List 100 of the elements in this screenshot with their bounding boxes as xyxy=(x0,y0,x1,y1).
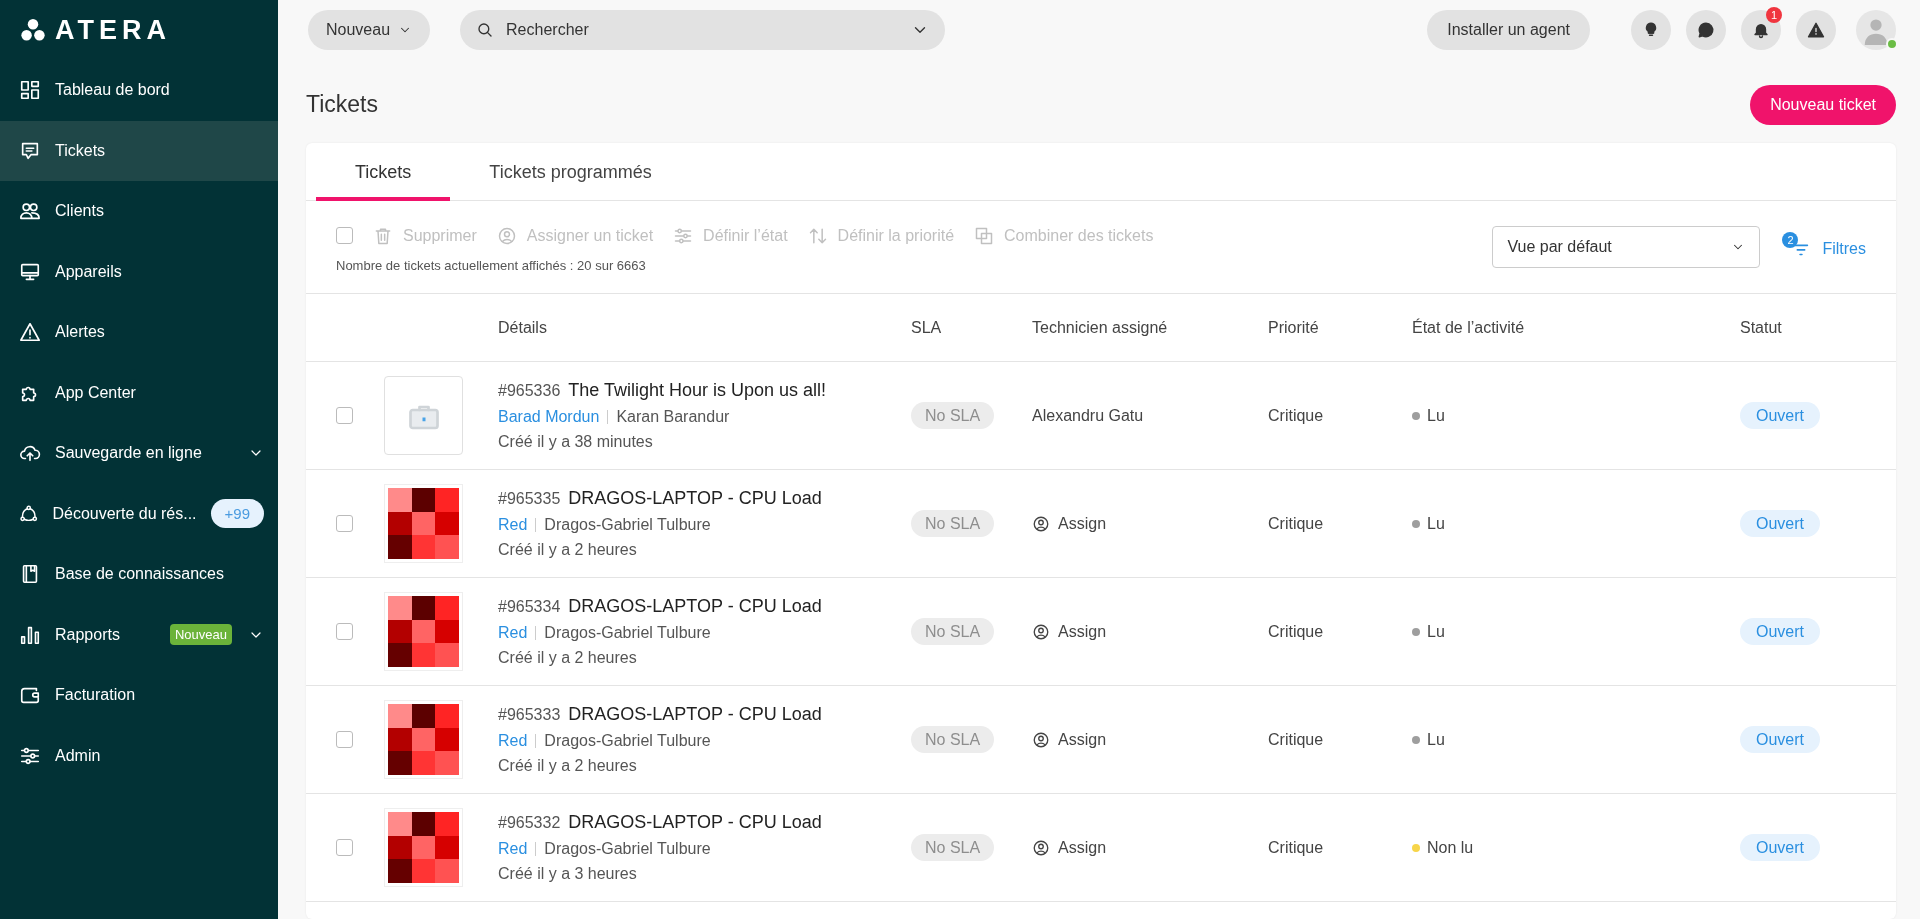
warning-icon xyxy=(19,321,41,344)
column-header[interactable]: État de l’activité xyxy=(1412,318,1740,337)
column-header[interactable]: SLA xyxy=(911,318,1032,337)
priority-text: Critique xyxy=(1268,514,1324,532)
row-checkbox[interactable] xyxy=(336,839,353,856)
created-time: Créé il y a 2 heures xyxy=(498,649,638,667)
column-header[interactable]: Statut xyxy=(1740,318,1896,337)
user-circle-icon xyxy=(1032,622,1050,641)
sidebar-item[interactable]: Tableau de bord xyxy=(0,60,278,121)
created-time: Créé il y a 38 minutes xyxy=(498,433,654,451)
dashboard-icon xyxy=(19,79,41,102)
page-title: Tickets xyxy=(306,91,378,118)
priority-text: Critique xyxy=(1268,406,1324,424)
user-circle-icon xyxy=(496,225,517,246)
user-circle-icon xyxy=(1032,514,1050,533)
status-badge: Ouvert xyxy=(1740,401,1820,429)
new-ticket-button[interactable]: Nouveau ticket xyxy=(1750,84,1896,125)
sidebar-item[interactable]: Tickets xyxy=(0,120,278,181)
ticket-number[interactable]: #965336 xyxy=(498,382,561,400)
ticket-title[interactable]: DRAGOS-LAPTOP - CPU Load xyxy=(568,488,822,509)
ticket-number[interactable]: #965334 xyxy=(498,598,561,616)
filter-count-badge: 2 xyxy=(1782,232,1799,248)
search-field[interactable]: Rechercher xyxy=(460,10,946,50)
sidebar-item[interactable]: Base de connaissances xyxy=(0,544,278,605)
sla-badge: No SLA xyxy=(911,617,995,645)
sidebar-item[interactable]: Clients xyxy=(0,181,278,242)
ticket-title[interactable]: DRAGOS-LAPTOP - CPU Load xyxy=(568,704,822,725)
warning-button[interactable] xyxy=(1796,10,1836,50)
activity-text: Lu xyxy=(1427,622,1445,641)
contact-name: Dragos-Gabriel Tulbure xyxy=(544,732,711,750)
assign-button[interactable]: Assign xyxy=(1032,730,1107,749)
contact-name: Dragos-Gabriel Tulbure xyxy=(544,840,711,858)
install-agent-button[interactable]: Installer un agent xyxy=(1427,10,1590,50)
priority-text: Critique xyxy=(1268,622,1324,640)
sidebar-item[interactable]: App Center xyxy=(0,362,278,423)
status-badge: Ouvert xyxy=(1740,617,1820,645)
tab[interactable]: Tickets xyxy=(316,143,451,201)
ticket-number[interactable]: #965332 xyxy=(498,814,561,832)
activity-text: Lu xyxy=(1427,406,1445,425)
contact-name: Karan Barandur xyxy=(616,408,730,426)
activity-text: Lu xyxy=(1427,514,1445,533)
sidebar-item[interactable]: Sauvegarde en ligne xyxy=(0,423,278,484)
priority-text: Critique xyxy=(1268,838,1324,856)
ticket-number[interactable]: #965333 xyxy=(498,706,561,724)
activity-text: Non lu xyxy=(1427,838,1474,857)
status-badge: Ouvert xyxy=(1740,833,1820,861)
assign-button[interactable]: Assign xyxy=(1032,514,1107,533)
priority-text: Critique xyxy=(1268,730,1324,748)
new-button[interactable]: Nouveau xyxy=(308,10,431,50)
activity-text: Lu xyxy=(1427,730,1445,749)
sla-badge: No SLA xyxy=(911,401,995,429)
created-time: Créé il y a 2 heures xyxy=(498,757,638,775)
status-badge: Ouvert xyxy=(1740,725,1820,753)
row-checkbox[interactable] xyxy=(336,731,353,748)
created-time: Créé il y a 3 heures xyxy=(498,865,638,883)
contact-name: Dragos-Gabriel Tulbure xyxy=(544,624,711,642)
sidebar-item[interactable]: Admin xyxy=(0,725,278,786)
merge-squares-icon xyxy=(974,225,995,246)
row-checkbox[interactable] xyxy=(336,623,353,640)
sidebar-item[interactable]: Appareils xyxy=(0,241,278,302)
tab[interactable]: Tickets programmés xyxy=(450,143,691,201)
ticket-count-text: Nombre de tickets actuellement affichés : 20 sur 6663 xyxy=(336,257,647,273)
sla-badge: No SLA xyxy=(911,725,995,753)
search-input[interactable]: Rechercher xyxy=(504,10,902,50)
sidebar-item[interactable]: Rapports Nouveau xyxy=(0,604,278,665)
ticket-title[interactable]: The Twilight Hour is Upon us all! xyxy=(568,380,827,401)
count-badge: +99 xyxy=(210,499,264,529)
ticket-number[interactable]: #965335 xyxy=(498,490,561,508)
sla-badge: No SLA xyxy=(911,509,995,537)
select-all-checkbox[interactable] xyxy=(336,227,353,244)
sidebar-item[interactable]: Facturation xyxy=(0,665,278,726)
bell-icon xyxy=(1752,21,1770,39)
assign-button[interactable]: Assign xyxy=(1032,622,1107,641)
contact-name: Dragos-Gabriel Tulbure xyxy=(544,516,711,534)
customer-link[interactable]: Barad Mordun xyxy=(498,408,600,426)
avatar[interactable] xyxy=(1856,10,1896,50)
warning-icon xyxy=(1807,21,1825,39)
lightbulb-button[interactable] xyxy=(1631,10,1671,50)
chat-bubble-icon xyxy=(1697,21,1715,39)
logo-text: ATERA xyxy=(55,14,171,46)
new-badge: Nouveau xyxy=(169,624,232,646)
created-time: Créé il y a 2 heures xyxy=(498,541,638,559)
bell-button[interactable]: 1 xyxy=(1741,10,1781,50)
user-circle-icon xyxy=(1032,730,1050,749)
sidebar-item[interactable]: Découverte du rés... +99 xyxy=(0,483,278,544)
row-checkbox[interactable] xyxy=(336,515,353,532)
view-dropdown[interactable]: Vue par défaut xyxy=(1492,226,1761,268)
user-circle-icon xyxy=(1032,838,1050,857)
sidebar-item[interactable]: Alertes xyxy=(0,302,278,363)
ticket-title[interactable]: DRAGOS-LAPTOP - CPU Load xyxy=(568,596,822,617)
column-header[interactable]: Priorité xyxy=(1268,318,1412,337)
row-checkbox[interactable] xyxy=(336,407,353,424)
column-header[interactable]: Détails xyxy=(498,318,911,337)
assign-button[interactable]: Assign xyxy=(1032,838,1107,857)
ticket-title[interactable]: DRAGOS-LAPTOP - CPU Load xyxy=(568,812,822,833)
column-header[interactable]: Technicien assigné xyxy=(1032,318,1268,337)
status-badge: Ouvert xyxy=(1740,509,1820,537)
notification-badge: 1 xyxy=(1766,7,1782,23)
chat-bubble-button[interactable] xyxy=(1686,10,1726,50)
sla-badge: No SLA xyxy=(911,833,995,861)
